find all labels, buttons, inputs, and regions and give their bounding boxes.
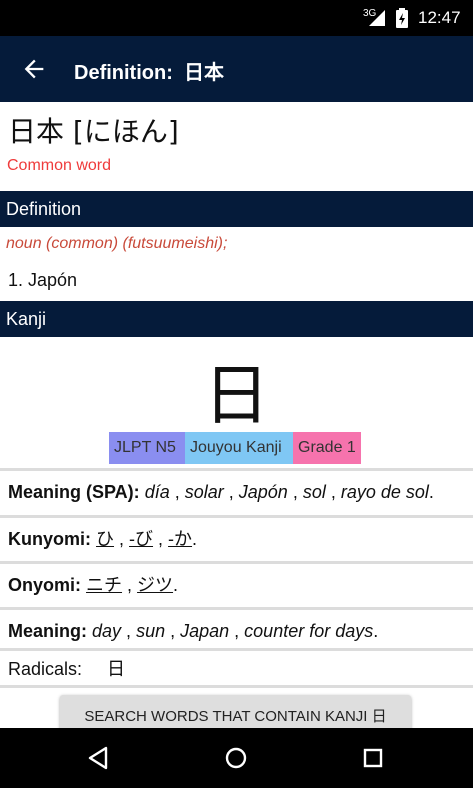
meaning-spa-item: sol <box>302 482 326 502</box>
kunyomi-reading[interactable]: ひ <box>96 529 114 549</box>
battery-icon <box>396 8 408 28</box>
meaning-row: Meaning: day , sun , Japan , counter for… <box>0 607 473 652</box>
status-bar: 3G 12:47 <box>0 0 473 36</box>
meaning-item: Japan <box>180 621 230 641</box>
common-word-label: Common word <box>7 157 112 174</box>
clock: 12:47 <box>418 8 461 27</box>
kunyomi-reading[interactable]: -か <box>168 529 192 549</box>
search-words-button[interactable]: SEARCH WORDS THAT CONTAIN KANJI 日 <box>60 695 411 728</box>
definition-header: Definition <box>0 191 473 227</box>
definition-gloss: 1. Japón <box>8 270 78 290</box>
radical-value: 日 <box>107 659 126 679</box>
kunyomi-label: Kunyomi: <box>8 529 91 549</box>
meaning-spa-item: rayo de sol <box>340 482 429 502</box>
meaning-spa-label: Meaning (SPA): <box>8 482 140 502</box>
kunyomi-row: Kunyomi: ひ , -び , -か. <box>0 515 473 559</box>
back-arrow-icon[interactable] <box>20 55 48 83</box>
meaning-spa-item: día <box>144 482 170 502</box>
navigation-bar <box>0 728 473 788</box>
nav-home-icon[interactable] <box>222 744 250 772</box>
part-of-speech: noun (common) (futsuumeishi); <box>6 235 228 252</box>
meaning-item: sun <box>136 621 166 641</box>
onyomi-label: Onyomi: <box>8 575 82 595</box>
meaning-spa-row: Meaning (SPA): día , solar , Japón , sol… <box>0 468 473 513</box>
meaning-label: Meaning: <box>8 621 87 641</box>
onyomi-reading[interactable]: ニチ <box>86 575 122 595</box>
jouyou-badge: Jouyou Kanji <box>185 432 293 464</box>
meaning-item: day <box>92 621 122 641</box>
signal-icon <box>369 10 385 26</box>
meaning-spa-item: solar <box>184 482 224 502</box>
nav-back-icon[interactable] <box>84 744 112 772</box>
definition-content[interactable]: 日本 [にほん] Common word Definition noun (co… <box>0 102 473 728</box>
meaning-item: counter for days <box>244 621 374 641</box>
app-bar: Definition: 日本 <box>0 36 473 102</box>
kanji-character: 日 <box>203 357 270 434</box>
nav-recents-icon[interactable] <box>359 744 387 772</box>
kanji-header: Kanji <box>0 301 473 337</box>
jlpt-badge: JLPT N5 <box>109 432 185 464</box>
entry-word: 日本 [にほん] <box>8 115 179 148</box>
radicals-row: Radicals: 日 <box>0 648 473 688</box>
radicals-label: Radicals: <box>8 659 83 679</box>
onyomi-row: Onyomi: ニチ , ジツ. <box>0 561 473 606</box>
kanji-badges: JLPT N5 Jouyou Kanji Grade 1 <box>109 432 361 464</box>
page-title: Definition: 日本 <box>74 62 224 84</box>
kunyomi-reading[interactable]: -び <box>129 529 153 549</box>
onyomi-reading[interactable]: ジツ <box>137 575 173 595</box>
grade-badge: Grade 1 <box>293 432 361 464</box>
meaning-spa-item: Japón <box>238 482 288 502</box>
